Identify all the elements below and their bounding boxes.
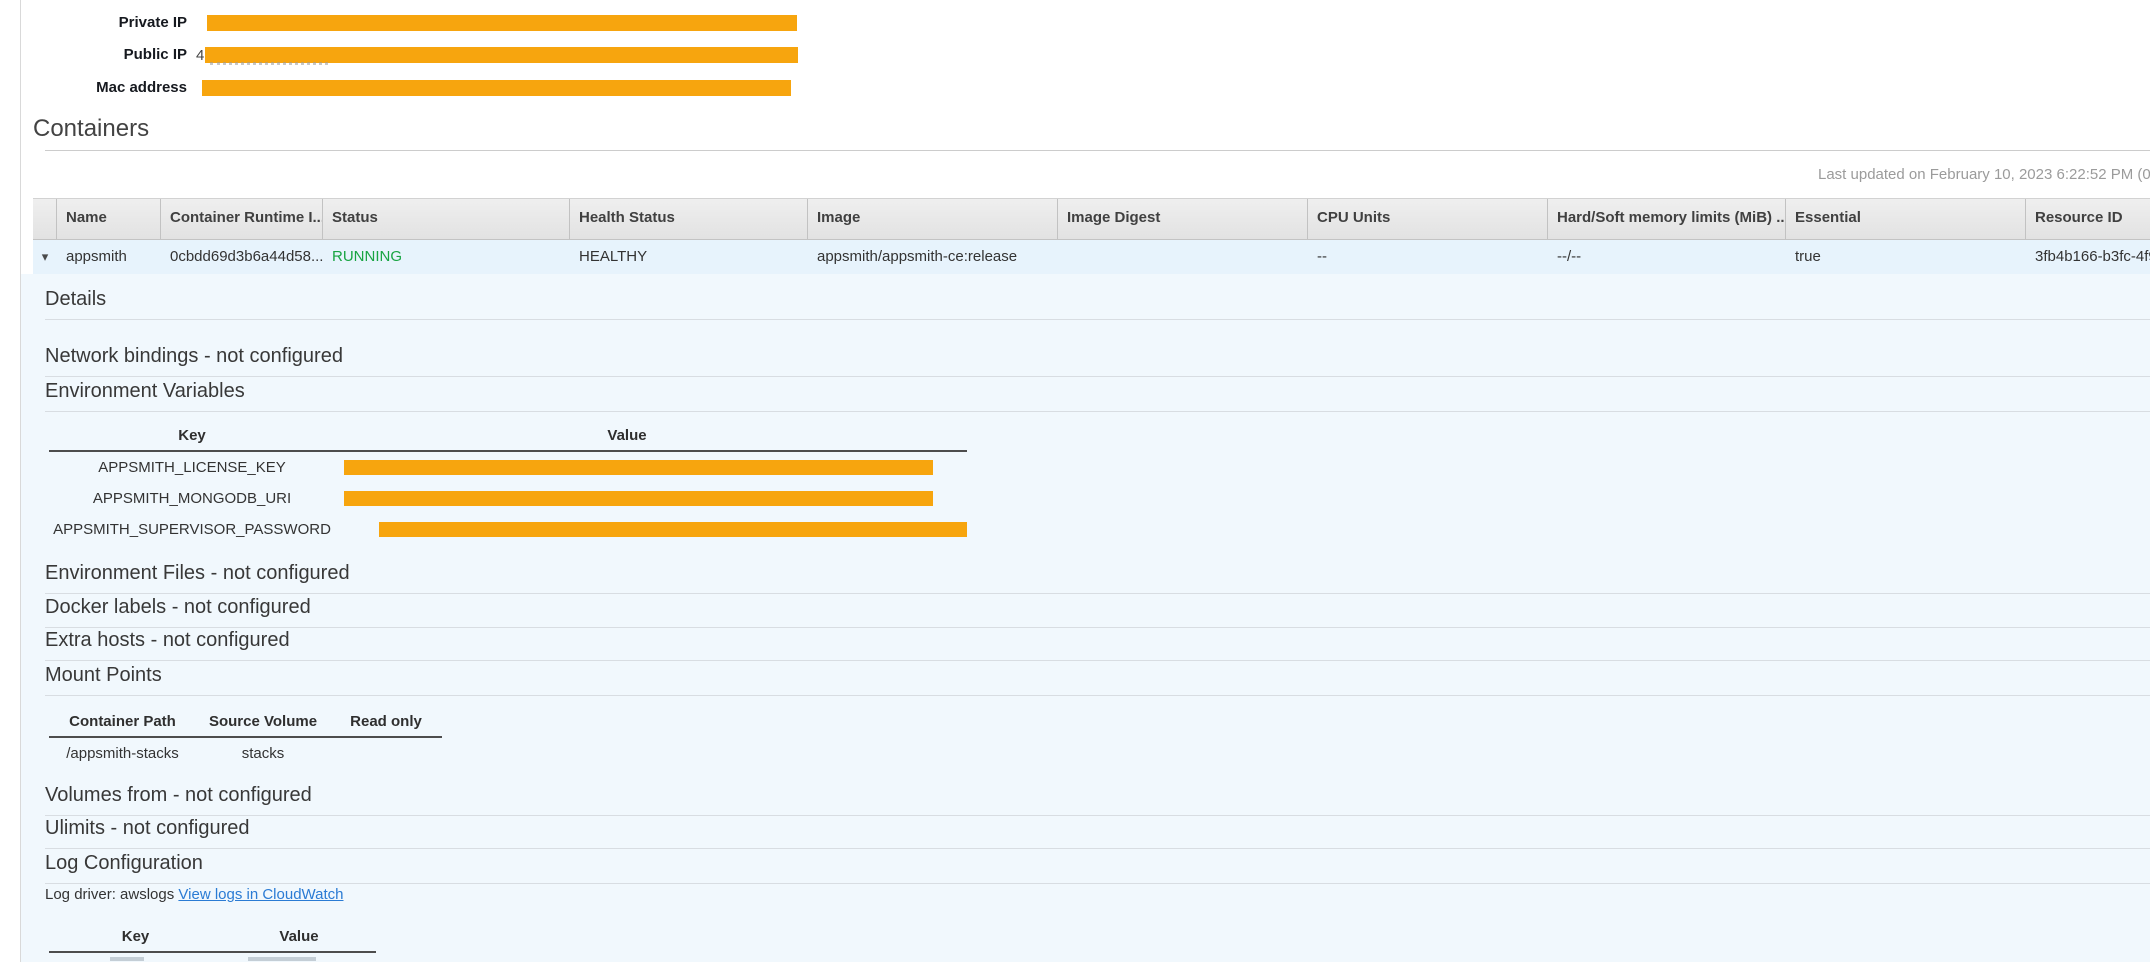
network-bindings-section-heading: Network bindings - not configured [45, 344, 2150, 377]
image-digest-column-header: Image Digest [1058, 199, 1308, 239]
public-ip-partial-text: 4 [196, 47, 204, 65]
log-configuration-section-heading: Log Configuration [45, 851, 2150, 884]
collapse-caret-icon[interactable]: ▾ [33, 240, 57, 274]
env-key-cell: APPSMITH_MONGODB_URI [49, 490, 335, 507]
expand-column-header [33, 199, 57, 239]
container-image-cell: appsmith/appsmith-ce:release [808, 240, 1058, 274]
view-logs-in-cloudwatch-link[interactable]: View logs in CloudWatch [178, 886, 343, 903]
health-status-column-header: Health Status [570, 199, 808, 239]
container-row-appsmith[interactable]: ▾ appsmith 0cbdd69d3b6a44d58... RUNNING … [33, 240, 2150, 274]
env-key-header: Key [49, 424, 335, 450]
cpu-units-column-header: CPU Units [1308, 199, 1548, 239]
public-ip-text-descenders [210, 62, 328, 65]
log-driver-text: Log driver: awslogs [45, 886, 178, 903]
container-essential-cell: true [1786, 240, 2026, 274]
details-section-heading: Details [45, 287, 2150, 320]
runtime-id-column-header: Container Runtime I... [161, 199, 323, 239]
env-key-cell: APPSMITH_SUPERVISOR_PASSWORD [49, 521, 335, 538]
env-row: APPSMITH_SUPERVISOR_PASSWORD [49, 514, 967, 545]
env-value-redacted-bar [344, 460, 933, 475]
log-key-header: Key [49, 925, 222, 951]
env-table-header-row: Key Value [49, 424, 967, 452]
volumes-from-section-heading: Volumes from - not configured [45, 783, 2150, 816]
container-health-cell: HEALTHY [570, 240, 808, 274]
status-column-header: Status [323, 199, 570, 239]
mount-points-section-heading: Mount Points [45, 663, 2150, 696]
docker-labels-section-heading: Docker labels - not configured [45, 595, 2150, 628]
env-value-header: Value [335, 424, 919, 450]
extra-hosts-section-heading: Extra hosts - not configured [45, 628, 2150, 661]
ecs-container-details-page: Private IP Public IP 4 Mac address Conta… [0, 0, 2150, 962]
ulimits-section-heading: Ulimits - not configured [45, 816, 2150, 849]
env-key-cell: APPSMITH_LICENSE_KEY [49, 459, 335, 476]
environment-variables-section-heading: Environment Variables [45, 379, 2150, 412]
containers-table: Name Container Runtime I... Status Healt… [33, 198, 2150, 274]
env-value-redacted-bar [379, 522, 967, 537]
mount-point-row: /appsmith-stacks stacks [49, 738, 442, 768]
public-ip-redacted-bar [205, 47, 798, 63]
mount-table-header-row: Container Path Source Volume Read only [49, 710, 442, 738]
essential-column-header: Essential [1786, 199, 2026, 239]
source-volume-header: Source Volume [196, 710, 330, 736]
container-path-header: Container Path [49, 710, 196, 736]
log-options-header-row: Key Value [49, 925, 376, 953]
containers-table-header-row: Name Container Runtime I... Status Healt… [33, 198, 2150, 240]
containers-heading-rule [45, 150, 2150, 151]
log-driver-line: Log driver: awslogs View logs in CloudWa… [45, 886, 344, 904]
log-value-header: Value [222, 925, 376, 951]
read-only-header: Read only [330, 710, 442, 736]
memory-limits-column-header: Hard/Soft memory limits (MiB) ... [1548, 199, 1786, 239]
image-column-header: Image [808, 199, 1058, 239]
environment-files-section-heading: Environment Files - not configured [45, 561, 2150, 594]
environment-variables-table: Key Value APPSMITH_LICENSE_KEY APPSMITH_… [49, 424, 967, 545]
source-volume-cell: stacks [196, 745, 330, 762]
private-ip-redacted-bar [207, 15, 797, 31]
public-ip-label: Public IP [0, 46, 187, 64]
containers-heading: Containers [33, 114, 149, 144]
mac-address-redacted-bar [202, 80, 791, 96]
clipped-row-text-fragment [248, 957, 316, 961]
log-options-table: Key Value [49, 925, 376, 953]
clipped-row-text-fragment [110, 957, 144, 961]
container-path-cell: /appsmith-stacks [49, 745, 196, 762]
env-row: APPSMITH_MONGODB_URI [49, 483, 967, 514]
mount-points-table: Container Path Source Volume Read only /… [49, 710, 442, 768]
name-column-header: Name [57, 199, 161, 239]
container-detail-panel: Details Network bindings - not configure… [21, 274, 2150, 962]
container-memory-limits-cell: --/-- [1548, 240, 1786, 274]
env-row: APPSMITH_LICENSE_KEY [49, 452, 967, 483]
resource-id-column-header: Resource ID [2026, 199, 2150, 239]
last-updated-text: Last updated on February 10, 2023 6:22:5… [1818, 166, 2150, 183]
container-status-cell: RUNNING [323, 240, 570, 274]
container-cpu-units-cell: -- [1308, 240, 1548, 274]
container-image-digest-cell [1058, 240, 1308, 274]
env-value-redacted-bar [344, 491, 933, 506]
container-name-cell: appsmith [57, 240, 161, 274]
container-resource-id-cell: 3fb4b166-b3fc-4f9 [2026, 240, 2150, 274]
container-runtime-id-cell: 0cbdd69d3b6a44d58... [161, 240, 323, 274]
mac-address-label: Mac address [0, 79, 187, 97]
private-ip-label: Private IP [0, 14, 187, 32]
